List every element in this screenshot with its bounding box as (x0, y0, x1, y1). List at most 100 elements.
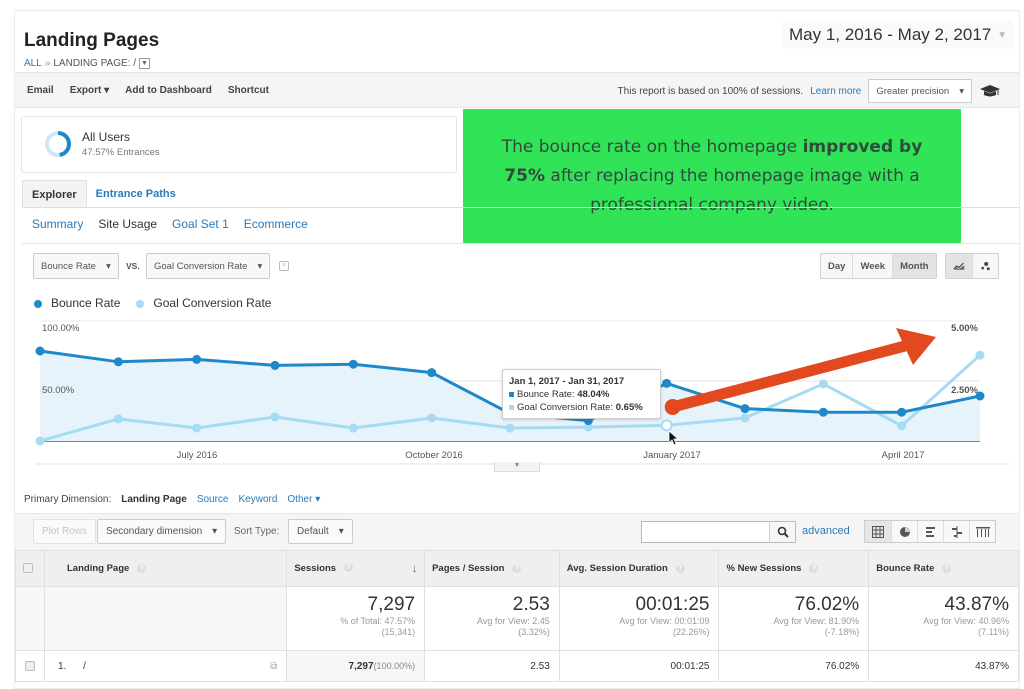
row-sessions-pct: (100.00%) (373, 660, 416, 671)
table-row[interactable]: 1. / ⧉ 7,297(100.00%) 2.53 00:01:25 76.0… (15, 650, 1019, 682)
col-avg-session-duration-label: Avg. Session Duration (566, 563, 668, 574)
caret-down-icon: ▾ (105, 260, 111, 272)
totals-row: 7,297% of Total: 47.57% (15,341) 2.53 Avg … (15, 586, 1019, 651)
col-sessions-label: Sessions (294, 562, 337, 574)
month-button[interactable]: Month (892, 254, 936, 278)
col-new-sessions[interactable]: % New Sessions? (718, 550, 870, 587)
search-icon (777, 526, 789, 538)
data-table: Landing Page? Sessions? ↓ Pages / Session… (15, 550, 1019, 682)
totals-duration-value: 00:01:25 (635, 594, 710, 615)
breadcrumb-all-link[interactable]: ALL (24, 58, 42, 69)
legend-label-bounce: Bounce Rate (51, 296, 121, 310)
sort-type-value: Default (297, 526, 329, 537)
row-bounce-rate: 43.87% (868, 650, 1019, 682)
sort-type-select[interactable]: Default ▾ (288, 519, 353, 544)
select-all-checkbox[interactable] (23, 563, 33, 574)
tooltip-title: Jan 1, 2017 - Jan 31, 2017 (509, 376, 625, 387)
totals-bounce-value: 43.87% (944, 594, 1009, 615)
plot-rows-button[interactable]: Plot Rows (33, 519, 97, 544)
dimension-other-dropdown[interactable]: Other ▾ (287, 494, 320, 505)
caret-down-icon: ▾ (212, 526, 218, 537)
totals-pps-value: 2.53 (512, 594, 550, 615)
totals-pages-per-session: 2.53 Avg for View: 2.45 (3.32%) (424, 586, 560, 651)
totals-bounce-delta: (7.11%) (978, 627, 1009, 637)
week-button[interactable]: Week (852, 254, 892, 278)
col-landing-page[interactable]: Landing Page? (43, 550, 288, 587)
tab-entrance-paths[interactable]: Entrance Paths (87, 180, 185, 208)
help-icon[interactable]: ? (809, 563, 819, 573)
chart-legend: Bounce Rate Goal Conversion Rate (34, 296, 271, 310)
report-toolbar: Email Export ▾ Add to Dashboard Shortcut… (15, 72, 1019, 108)
totals-new-sessions-compare: Avg for View: 81.90% (773, 616, 860, 626)
help-icon[interactable]: ? (137, 563, 147, 573)
table-view-toggle (864, 520, 996, 543)
segment-entrances: 47.57% Entrances (82, 147, 160, 158)
graduation-cap-icon[interactable] (979, 84, 1001, 98)
caret-down-icon: ▾ (104, 85, 110, 96)
day-button[interactable]: Day (821, 254, 852, 278)
shortcut-button[interactable]: Shortcut (228, 85, 269, 96)
secondary-metric-select[interactable]: Goal Conversion Rate ▾ (146, 253, 271, 279)
open-link-icon[interactable]: ⧉ (270, 661, 277, 672)
totals-blank-cell (15, 586, 45, 651)
chart-collapse-handle[interactable]: ▼ (494, 462, 540, 472)
learn-more-link[interactable]: Learn more (810, 86, 861, 97)
help-icon[interactable]: ? (675, 563, 685, 573)
row-checkbox[interactable] (25, 660, 35, 671)
dimension-landing-page[interactable]: Landing Page (121, 494, 187, 505)
remove-metric-icon[interactable]: × (279, 261, 289, 271)
help-icon[interactable]: ? (344, 563, 354, 573)
subtab-site-usage[interactable]: Site Usage (98, 217, 157, 231)
date-range-picker[interactable]: May 1, 2016 - May 2, 2017 ▼ (783, 21, 1014, 49)
tab-explorer[interactable]: Explorer (22, 180, 87, 208)
email-button[interactable]: Email (27, 85, 54, 96)
vs-label: VS. (126, 261, 140, 271)
col-pages-per-session[interactable]: Pages / Session? (424, 550, 560, 587)
date-range-text: May 1, 2016 - May 2, 2017 (789, 25, 992, 44)
dimension-source[interactable]: Source (197, 494, 229, 505)
line-chart-icon[interactable] (946, 254, 972, 278)
dimension-keyword[interactable]: Keyword (239, 494, 278, 505)
precision-select[interactable]: Greater precision ▾ (868, 79, 972, 103)
sort-desc-icon: ↓ (411, 562, 418, 575)
comparison-view-icon[interactable] (943, 521, 969, 542)
performance-view-icon[interactable] (917, 521, 943, 542)
primary-metric-value: Bounce Rate (41, 260, 96, 272)
sampling-text: This report is based on 100% of sessions… (617, 85, 804, 97)
totals-duration-delta: (22.26%) (672, 627, 710, 637)
caret-down-icon: ▾ (338, 526, 344, 537)
totals-new-sessions-value: 76.02% (794, 594, 860, 615)
subtab-summary[interactable]: Summary (32, 217, 83, 231)
secondary-dimension-select[interactable]: Secondary dimension ▾ (97, 519, 227, 544)
table-search-input[interactable] (641, 521, 796, 543)
table-view-icon[interactable] (865, 521, 891, 542)
pie-view-icon[interactable] (891, 521, 917, 542)
col-avg-session-duration[interactable]: Avg. Session Duration? (558, 550, 720, 587)
row-index: 1. (58, 660, 67, 672)
caret-down-icon[interactable]: ▼ (138, 58, 150, 69)
subtab-ecommerce[interactable]: Ecommerce (244, 217, 308, 231)
export-button[interactable]: Export ▾ (70, 85, 109, 96)
add-to-dashboard-button[interactable]: Add to Dashboard (125, 85, 212, 96)
col-bounce-rate[interactable]: Bounce Rate? (868, 550, 1019, 587)
help-icon[interactable]: ? (942, 563, 952, 573)
breadcrumb: ALL » LANDING PAGE: / ▼ (24, 58, 150, 69)
tooltip-row-goal: Goal Conversion Rate: 0.65% (509, 401, 654, 414)
advanced-filter-link[interactable]: advanced (802, 525, 850, 537)
primary-dimension-label: Primary Dimension: (24, 494, 112, 505)
segment-card[interactable]: All Users 47.57% Entrances (21, 116, 457, 173)
search-button[interactable] (769, 522, 795, 542)
row-page-link[interactable]: / (83, 661, 86, 672)
pivot-view-icon[interactable] (969, 521, 995, 542)
help-icon[interactable]: ? (512, 563, 522, 573)
legend-dot-goal (136, 299, 145, 308)
motion-chart-icon[interactable] (972, 254, 998, 278)
legend-item-goal-conversion[interactable]: Goal Conversion Rate (136, 296, 271, 310)
table-header-row: Landing Page? Sessions? ↓ Pages / Session… (15, 550, 1019, 587)
totals-duration-compare: Avg for View: 00:01:09 (619, 616, 710, 626)
col-sessions[interactable]: Sessions? ↓ (286, 550, 426, 587)
subtab-goal-set-1[interactable]: Goal Set 1 (172, 217, 229, 231)
breadcrumb-current: LANDING PAGE: / (53, 58, 136, 69)
primary-metric-select[interactable]: Bounce Rate ▾ (33, 253, 119, 279)
legend-item-bounce-rate[interactable]: Bounce Rate (34, 296, 120, 310)
